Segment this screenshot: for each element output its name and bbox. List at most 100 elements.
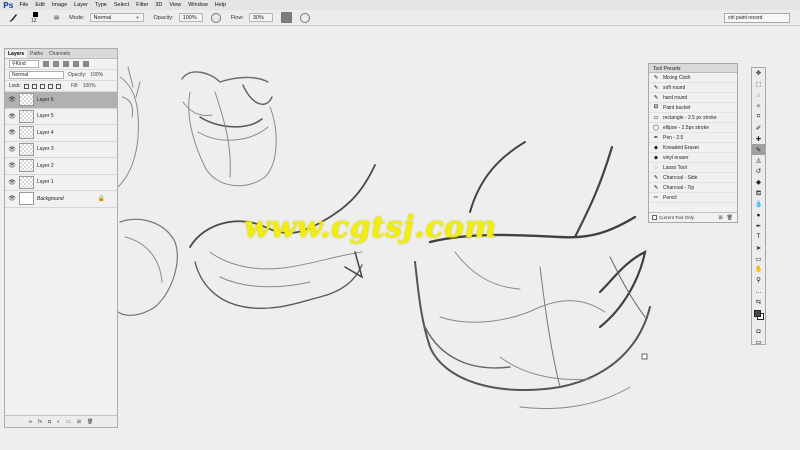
zoom-tool-icon[interactable]: ⚲ — [752, 275, 765, 286]
lock-position-icon[interactable] — [39, 83, 45, 89]
layer-row[interactable]: 👁 Layer 2 — [5, 158, 117, 175]
layer-row[interactable]: 👁 Layer 6 — [5, 92, 117, 109]
menu-layer[interactable]: Layer — [74, 2, 88, 8]
quick-select-tool-icon[interactable]: ✧ — [752, 101, 765, 112]
new-layer-icon[interactable]: ⊞ — [77, 419, 81, 425]
background-layer-row[interactable]: 👁 Background 🔒 — [5, 191, 117, 208]
preset-item[interactable]: ✎ Charcoal - Tip — [649, 183, 737, 193]
visibility-eye-icon[interactable]: 👁 — [5, 179, 19, 186]
eyedropper-tool-icon[interactable]: ✐ — [752, 122, 765, 133]
preset-item[interactable]: ✎ Charcoal - Side — [649, 173, 737, 183]
filter-adjustment-icon[interactable] — [53, 61, 59, 67]
path-select-tool-icon[interactable]: ➤ — [752, 242, 765, 253]
menu-filter[interactable]: Filter — [136, 2, 148, 8]
visibility-eye-icon[interactable]: 👁 — [5, 96, 19, 103]
preset-item[interactable]: ✎ Mixing Cloth — [649, 73, 737, 83]
menu-view[interactable]: View — [169, 2, 181, 8]
preset-item[interactable]: ✒ Pen - 2.5 — [649, 133, 737, 143]
visibility-eye-icon[interactable]: 👁 — [5, 162, 19, 169]
pressure-size-icon[interactable] — [299, 12, 310, 23]
tab-paths[interactable]: Paths — [27, 50, 46, 58]
marquee-tool-icon[interactable]: ⬚ — [752, 79, 765, 90]
filter-smart-object-icon[interactable] — [83, 61, 89, 67]
mode-select[interactable]: Normal ▼ — [89, 13, 144, 22]
lock-pixels-icon[interactable] — [31, 83, 37, 89]
brush-tool-icon[interactable]: ✎ — [752, 144, 765, 156]
preset-item[interactable]: ✎ hard round — [649, 93, 737, 103]
tab-channels[interactable]: Channels — [46, 50, 73, 58]
airbrush-icon[interactable] — [280, 12, 292, 23]
hand-tool-icon[interactable]: ✋ — [752, 264, 765, 275]
menu-help[interactable]: Help — [215, 2, 226, 8]
preset-item[interactable]: ✎ soft round — [649, 83, 737, 93]
layer-row[interactable]: 👁 Layer 3 — [5, 142, 117, 158]
blend-mode-select[interactable]: Normal — [9, 71, 64, 79]
menu-3d[interactable]: 3D — [155, 2, 162, 8]
new-preset-icon[interactable]: ⊞ — [718, 215, 722, 221]
pen-tool-icon[interactable]: ✒ — [752, 220, 765, 231]
workspace-select[interactable]: ctrl paint record — [724, 13, 790, 23]
layer-row[interactable]: 👁 Layer 5 — [5, 109, 117, 125]
brush-tool-icon[interactable] — [6, 12, 20, 24]
visibility-eye-icon[interactable]: 👁 — [5, 195, 19, 202]
preset-item[interactable]: ⛾ Paint bucket — [649, 103, 737, 113]
new-group-icon[interactable]: ▭ — [66, 419, 71, 425]
color-swatches[interactable] — [752, 308, 765, 326]
visibility-eye-icon[interactable]: 👁 — [5, 146, 19, 153]
menu-image[interactable]: Image — [52, 2, 67, 8]
filter-type-icon[interactable] — [63, 61, 69, 67]
visibility-eye-icon[interactable]: 👁 — [5, 129, 19, 136]
brush-preset-picker[interactable]: 12 — [30, 11, 44, 25]
add-mask-icon[interactable]: ◘ — [48, 419, 51, 425]
lock-artboard-icon[interactable] — [47, 83, 53, 89]
quick-mask-icon[interactable]: ◘ — [752, 326, 765, 337]
preset-item[interactable]: ▭ rectangle - 2.5 px stroke — [649, 113, 737, 123]
current-tool-only-checkbox[interactable] — [652, 215, 657, 220]
rectangle-tool-icon[interactable]: ▭ — [752, 253, 765, 264]
crop-tool-icon[interactable]: ⌗ — [752, 112, 765, 123]
trash-icon[interactable]: 🗑 — [87, 419, 93, 425]
tab-layers[interactable]: Layers — [5, 50, 28, 58]
preset-item[interactable]: ✏ Pencil — [649, 193, 737, 203]
filter-shape-icon[interactable] — [73, 61, 79, 67]
preset-item[interactable]: ◆ Kneaded Eraser — [649, 143, 737, 153]
move-tool-icon[interactable]: ✥ — [752, 68, 765, 79]
preset-item[interactable]: ◆ vinyl eraser — [649, 153, 737, 163]
adjustment-layer-icon[interactable]: ◐ — [57, 419, 60, 425]
eraser-tool-icon[interactable]: ◆ — [752, 177, 765, 188]
menu-select[interactable]: Select — [114, 2, 129, 8]
flow-input[interactable]: 30% — [248, 13, 273, 22]
lasso-tool-icon[interactable]: ◌ — [752, 90, 765, 101]
toggle-brush-panel-icon[interactable]: ▤ — [54, 15, 59, 21]
screen-mode-icon[interactable]: ▭ — [752, 336, 765, 347]
menu-edit[interactable]: Edit — [35, 2, 44, 8]
swap-colors-icon[interactable]: ⇆ — [752, 297, 765, 308]
menu-file[interactable]: File — [19, 2, 28, 8]
menu-type[interactable]: Type — [95, 2, 107, 8]
layer-opacity-value[interactable]: 100% — [90, 72, 103, 78]
filter-pixel-icon[interactable] — [43, 61, 49, 67]
visibility-eye-icon[interactable]: 👁 — [5, 113, 19, 120]
more-tools-icon[interactable]: … — [752, 286, 765, 297]
type-tool-icon[interactable]: T — [752, 231, 765, 242]
fill-value[interactable]: 100% — [83, 83, 96, 89]
link-layers-icon[interactable]: ∞ — [29, 419, 33, 425]
menu-window[interactable]: Window — [188, 2, 208, 8]
kind-filter-select[interactable]: ⚲ Kind — [9, 60, 39, 68]
layer-row[interactable]: 👁 Layer 1 — [5, 175, 117, 191]
layer-style-icon[interactable]: fx — [38, 419, 42, 425]
clone-stamp-tool-icon[interactable]: ♙ — [752, 155, 765, 166]
preset-item[interactable]: ◯ ellipse - 2.5px stroke — [649, 123, 737, 133]
dodge-tool-icon[interactable]: ● — [752, 210, 765, 221]
preset-item[interactable]: ◌ Lasso Tool — [649, 163, 737, 173]
opacity-input[interactable]: 100% — [178, 13, 203, 22]
pressure-opacity-icon[interactable] — [210, 12, 221, 23]
paint-bucket-tool-icon[interactable]: ⛾ — [752, 188, 765, 199]
foreground-color-swatch[interactable] — [754, 309, 761, 317]
layer-row[interactable]: 👁 Layer 4 — [5, 125, 117, 142]
history-brush-tool-icon[interactable]: ↺ — [752, 166, 765, 177]
healing-tool-icon[interactable]: ✚ — [752, 133, 765, 144]
blur-tool-icon[interactable]: 💧 — [752, 199, 765, 210]
lock-transparent-icon[interactable] — [23, 83, 29, 89]
lock-all-icon[interactable] — [55, 83, 61, 89]
